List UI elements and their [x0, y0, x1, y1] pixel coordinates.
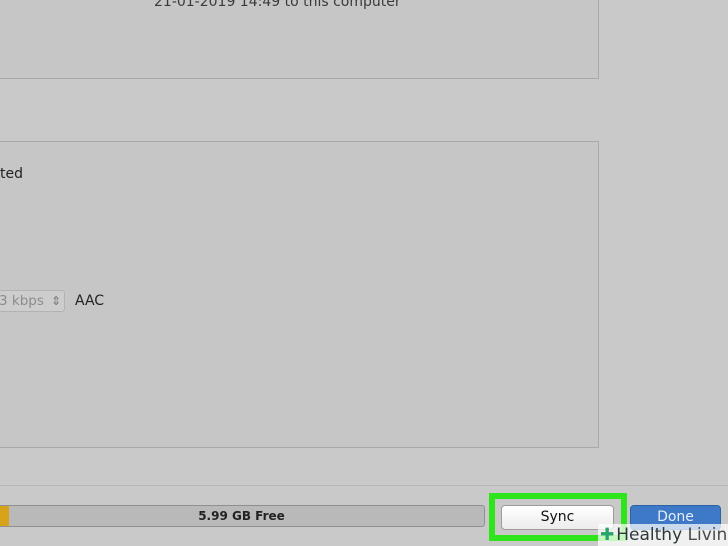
backup-panel: 21-01-2019 14:49 to this computer — [0, 0, 599, 79]
bottom-divider — [0, 485, 728, 486]
latest-backup-text: 21-01-2019 14:49 to this computer — [154, 0, 401, 10]
select-arrows-icon: ⇕ — [50, 294, 61, 308]
watermark-logo: ✚Healthy Living — [598, 524, 728, 546]
codec-label: AAC — [75, 293, 105, 309]
plus-cross-icon: ✚ — [600, 525, 615, 545]
watermark-word-healthy: Healthy — [616, 525, 688, 545]
options-checkbox-label[interactable]: ted — [0, 166, 23, 182]
bitrate-value: 3 kbps — [0, 293, 44, 309]
storage-capacity-bar: 5.99 GB Free — [0, 505, 485, 527]
storage-free-label: 5.99 GB Free — [198, 509, 285, 523]
watermark-word-living: Living — [687, 525, 728, 545]
bitrate-select[interactable]: 3 kbps ⇕ — [0, 290, 65, 312]
